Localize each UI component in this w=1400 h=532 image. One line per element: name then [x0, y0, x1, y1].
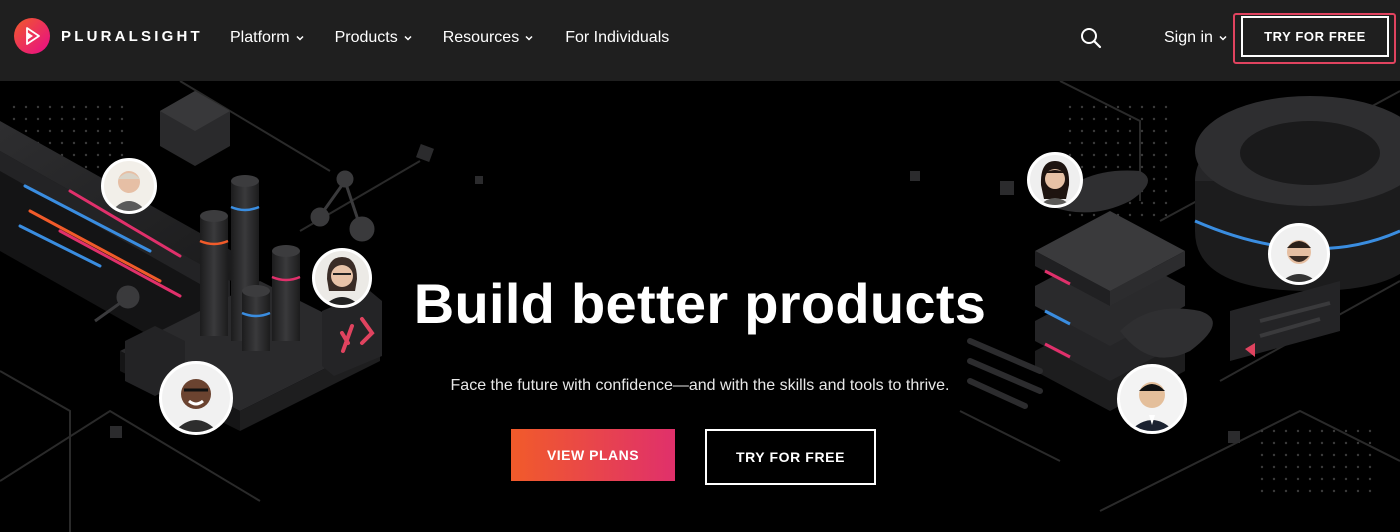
- nav-item-label: Resources: [442, 29, 520, 46]
- nav-item-products[interactable]: Products: [335, 27, 412, 49]
- nav-item-label: For Individuals: [565, 29, 670, 46]
- sign-in-menu[interactable]: Sign in: [1164, 27, 1227, 49]
- search-icon: [1081, 28, 1102, 49]
- person-avatar-icon: [1030, 155, 1080, 205]
- top-navigation: PLURALSIGHT Platform Products Resources …: [0, 0, 1400, 81]
- view-plans-button[interactable]: VIEW PLANS: [511, 429, 675, 481]
- chevron-down-icon: [525, 35, 533, 41]
- avatar: [159, 361, 233, 435]
- hero-section: Build better products Face the future wi…: [0, 81, 1400, 532]
- nav-item-for-individuals[interactable]: For Individuals: [565, 27, 669, 49]
- try-for-free-nav-button[interactable]: TRY FOR FREE: [1241, 16, 1389, 57]
- person-avatar-icon: [104, 161, 154, 211]
- main-menu: Platform Products Resources For Individu…: [230, 27, 669, 49]
- nav-item-label: Platform: [230, 29, 290, 46]
- avatar: [1117, 364, 1187, 434]
- brand-name: PLURALSIGHT: [61, 27, 203, 45]
- pluralsight-logo[interactable]: PLURALSIGHT: [14, 18, 203, 54]
- chevron-down-icon: [404, 35, 412, 41]
- sign-in-label: Sign in: [1164, 29, 1213, 46]
- chevron-down-icon: [296, 35, 304, 41]
- nav-item-platform[interactable]: Platform: [230, 27, 304, 49]
- hero-subheadline: Face the future with confidence—and with…: [450, 377, 950, 394]
- hero-headline: Build better products: [413, 272, 987, 335]
- nav-item-label: Products: [334, 29, 398, 46]
- avatar: [101, 158, 157, 214]
- pluralsight-play-icon: [14, 18, 50, 54]
- nav-item-resources[interactable]: Resources: [443, 27, 533, 49]
- search-button[interactable]: [1080, 27, 1102, 49]
- avatar: [1027, 152, 1083, 208]
- chevron-down-icon: [1219, 35, 1227, 41]
- try-for-free-hero-button[interactable]: TRY FOR FREE: [705, 429, 876, 485]
- person-avatar-icon: [162, 364, 230, 432]
